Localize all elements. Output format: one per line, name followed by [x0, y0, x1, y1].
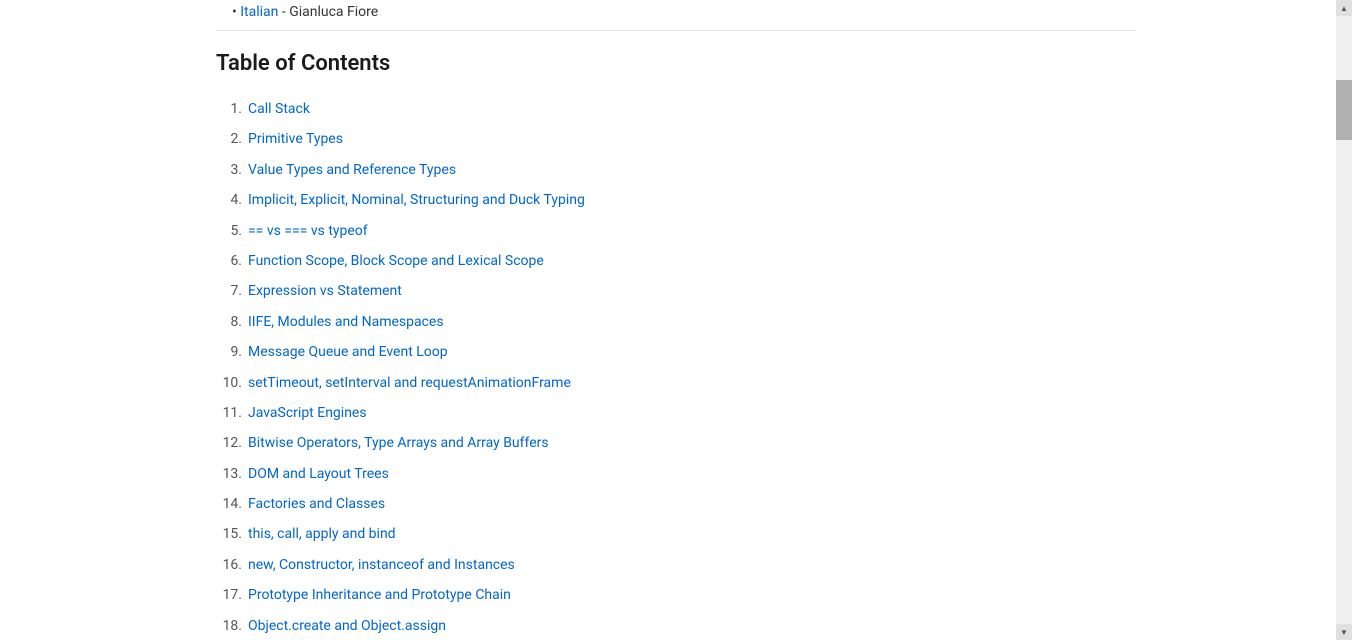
toc-item-link[interactable]: Prototype Inheritance and Prototype Chai…	[248, 584, 511, 606]
toc-item: 18.Object.create and Object.assign	[216, 611, 1136, 640]
toc-item-link[interactable]: Object.create and Object.assign	[248, 615, 446, 637]
toc-item-link[interactable]: Call Stack	[248, 98, 310, 120]
toc-item-link[interactable]: this, call, apply and bind	[248, 523, 396, 545]
scrollbar-track: ▲ ▼	[1336, 0, 1352, 640]
toc-item-number: 13.	[216, 466, 248, 482]
toc-item-link[interactable]: Value Types and Reference Types	[248, 159, 456, 181]
toc-item-number: 14.	[216, 496, 248, 512]
toc-item: 11.JavaScript Engines	[216, 398, 1136, 428]
toc-item-link[interactable]: Primitive Types	[248, 128, 343, 150]
toc-item-link[interactable]: Implicit, Explicit, Nominal, Structuring…	[248, 189, 585, 211]
toc-item: 7.Expression vs Statement	[216, 276, 1136, 306]
toc-item-number: 1.	[216, 101, 248, 117]
toc-item: 17.Prototype Inheritance and Prototype C…	[216, 580, 1136, 610]
toc-item-number: 11.	[216, 405, 248, 421]
toc-item: 8.IIFE, Modules and Namespaces	[216, 307, 1136, 337]
toc-item-number: 6.	[216, 253, 248, 269]
scrollbar-thumb[interactable]	[1336, 80, 1352, 140]
scrollbar-arrow-up[interactable]: ▲	[1336, 0, 1352, 16]
section-divider	[216, 30, 1136, 31]
toc-item-number: 8.	[216, 314, 248, 330]
toc-item-number: 3.	[216, 162, 248, 178]
toc-item-number: 18.	[216, 618, 248, 634]
toc-item-number: 9.	[216, 344, 248, 360]
toc-item-number: 7.	[216, 283, 248, 299]
toc-title: Table of Contents	[216, 51, 1136, 76]
toc-item: 15.this, call, apply and bind	[216, 519, 1136, 549]
toc-item: 14.Factories and Classes	[216, 489, 1136, 519]
toc-item: 5.== vs === vs typeof	[216, 216, 1136, 246]
toc-item-number: 16.	[216, 557, 248, 573]
toc-list: 1.Call Stack2.Primitive Types3.Value Typ…	[216, 94, 1136, 640]
toc-item: 1.Call Stack	[216, 94, 1136, 124]
toc-item-link[interactable]: setTimeout, setInterval and requestAnima…	[248, 372, 571, 394]
italian-link[interactable]: Italian	[240, 4, 278, 20]
toc-item-number: 2.	[216, 131, 248, 147]
toc-item-link[interactable]: JavaScript Engines	[248, 402, 367, 424]
toc-item: 16.new, Constructor, instanceof and Inst…	[216, 550, 1136, 580]
scrollbar-arrow-down[interactable]: ▼	[1336, 624, 1352, 640]
toc-item: 10.setTimeout, setInterval and requestAn…	[216, 368, 1136, 398]
toc-item: 13.DOM and Layout Trees	[216, 459, 1136, 489]
top-bullet-item: Italian - Gianluca Fiore	[216, 0, 1136, 30]
toc-item-number: 5.	[216, 223, 248, 239]
toc-item: 2.Primitive Types	[216, 124, 1136, 154]
bullet-suffix: - Gianluca Fiore	[278, 4, 378, 20]
toc-item: 4.Implicit, Explicit, Nominal, Structuri…	[216, 185, 1136, 215]
toc-item-link[interactable]: Bitwise Operators, Type Arrays and Array…	[248, 432, 549, 454]
toc-item-number: 10.	[216, 375, 248, 391]
toc-item-link[interactable]: IIFE, Modules and Namespaces	[248, 311, 444, 333]
toc-item-link[interactable]: new, Constructor, instanceof and Instanc…	[248, 554, 515, 576]
toc-item: 9.Message Queue and Event Loop	[216, 337, 1136, 367]
toc-item-number: 17.	[216, 587, 248, 603]
toc-item-link[interactable]: Expression vs Statement	[248, 280, 402, 302]
toc-item-link[interactable]: DOM and Layout Trees	[248, 463, 389, 485]
toc-item-number: 15.	[216, 526, 248, 542]
toc-item: 3.Value Types and Reference Types	[216, 155, 1136, 185]
toc-item: 12.Bitwise Operators, Type Arrays and Ar…	[216, 428, 1136, 458]
toc-item-link[interactable]: Function Scope, Block Scope and Lexical …	[248, 250, 544, 272]
page-wrapper: ▲ ▼ Italian - Gianluca Fiore Table of Co…	[0, 0, 1352, 640]
toc-item: 6.Function Scope, Block Scope and Lexica…	[216, 246, 1136, 276]
toc-item-number: 4.	[216, 192, 248, 208]
toc-item-link[interactable]: == vs === vs typeof	[248, 220, 368, 242]
content-area: Italian - Gianluca Fiore Table of Conten…	[196, 0, 1156, 640]
toc-item-link[interactable]: Message Queue and Event Loop	[248, 341, 448, 363]
toc-item-number: 12.	[216, 435, 248, 451]
toc-item-link[interactable]: Factories and Classes	[248, 493, 385, 515]
